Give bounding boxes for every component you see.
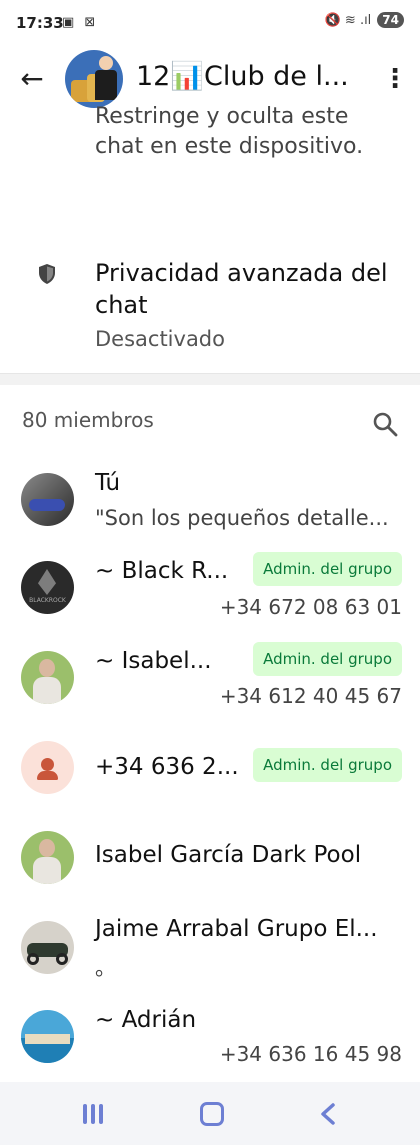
member-row-adrian[interactable]: ~ Adrián +34 636 16 45 98 (0, 1005, 420, 1075)
search-icon[interactable] (372, 411, 398, 437)
admin-badge: Admin. del grupo (253, 748, 402, 782)
person-icon (37, 771, 58, 780)
person-body-shape (33, 857, 61, 884)
more-options-icon[interactable]: ⋮ (382, 62, 408, 98)
default-avatar[interactable] (21, 741, 74, 794)
privacy-title: Privacidad avanzada del chat (95, 259, 388, 319)
member-name: +34 636 2... (95, 754, 239, 780)
admin-badge: Admin. del grupo (253, 552, 402, 586)
person-face-shape (39, 839, 55, 857)
battery-indicator: 74 (377, 12, 404, 28)
home-icon[interactable] (200, 1102, 224, 1126)
member-phone: +34 612 40 45 67 (219, 684, 402, 708)
status-time: 17:33 (16, 14, 64, 32)
group-title[interactable]: 12📊Club de l... (136, 60, 366, 92)
admin-badge: Admin. del grupo (253, 642, 402, 676)
wheel-shape (27, 953, 39, 965)
member-row-isabel-garcia[interactable]: Isabel García Dark Pool (0, 828, 420, 888)
member-row-jaime[interactable]: Jaime Arrabal Grupo El... 。 (0, 912, 420, 982)
status-bar: 17:33 ▣ ⊠ 🔇 ≋ .ıl 74 (0, 0, 420, 50)
member-name: ~ Black R... (95, 558, 229, 584)
ethereum-logo-shape (38, 569, 56, 595)
wheel-shape (56, 953, 68, 965)
member-name: Tú (95, 470, 121, 496)
section-divider (0, 373, 420, 385)
member-name: Jaime Arrabal Grupo El... (95, 916, 378, 942)
privacy-status: Desactivado (95, 327, 225, 351)
avatar-logo-text: BLACKROCK (29, 597, 66, 604)
recent-apps-bar (99, 1104, 103, 1124)
chat-lock-description[interactable]: Restringe y oculta este chat en este dis… (95, 102, 395, 162)
member-row-you[interactable]: Tú "Son los pequeños detalle... (0, 470, 420, 540)
recent-apps-icon[interactable] (83, 1104, 105, 1124)
member-name: Isabel García Dark Pool (95, 842, 362, 868)
group-avatar[interactable] (65, 50, 123, 108)
member-avatar[interactable]: BLACKROCK (21, 561, 74, 614)
town-shape (25, 1034, 70, 1044)
member-avatar[interactable] (21, 921, 74, 974)
members-count: 80 miembros (22, 408, 154, 432)
member-status: 。 (95, 956, 116, 980)
motorcycle-shape (29, 499, 65, 511)
shield-icon (39, 264, 55, 284)
advanced-privacy-setting[interactable]: Privacidad avanzada del chat Desactivado (0, 255, 420, 365)
member-name: ~ Isabel... (95, 648, 212, 674)
system-icons: 🔇 ≋ .ıl (324, 12, 372, 28)
person-icon (41, 758, 54, 771)
recent-apps-bar (91, 1104, 95, 1124)
person-body-shape (33, 677, 61, 704)
member-avatar[interactable] (21, 831, 74, 884)
system-status: 🔇 ≋ .ıl 74 (325, 12, 404, 28)
person-face-shape (39, 659, 55, 677)
member-row-black-r[interactable]: BLACKROCK ~ Black R... Admin. del grupo … (0, 552, 420, 622)
businessman-shape (95, 70, 117, 100)
member-row-unknown-number[interactable]: +34 636 2... Admin. del grupo (0, 740, 420, 800)
member-status: "Son los pequeños detalle... (95, 506, 389, 530)
member-phone: +34 636 16 45 98 (219, 1042, 402, 1066)
member-avatar[interactable] (21, 1010, 74, 1063)
member-phone: +34 672 08 63 01 (219, 595, 402, 619)
member-name: ~ Adrián (95, 1007, 197, 1033)
member-avatar[interactable] (21, 651, 74, 704)
businessman-head-shape (99, 56, 113, 70)
member-avatar[interactable] (21, 473, 74, 526)
back-arrow-icon[interactable]: ← (14, 62, 50, 98)
notification-icons: ▣ ⊠ (62, 15, 99, 30)
nav-back-icon[interactable] (318, 1102, 338, 1126)
recent-apps-bar (83, 1104, 87, 1124)
member-row-isabel[interactable]: ~ Isabel... Admin. del grupo +34 612 40 … (0, 640, 420, 710)
system-nav-bar (0, 1082, 420, 1145)
